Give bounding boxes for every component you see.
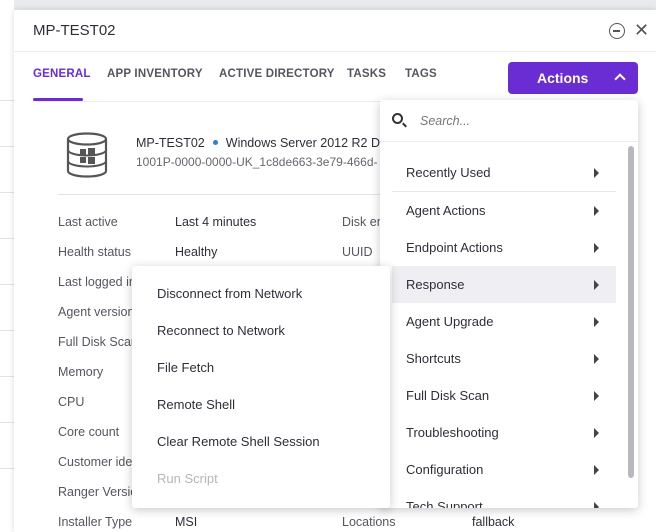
- detail-label: Health status: [58, 245, 131, 259]
- menu-item-label: Agent Actions: [406, 203, 486, 218]
- menu-item-label: Troubleshooting: [406, 425, 499, 440]
- menu-item-shortcuts[interactable]: Shortcuts: [392, 340, 616, 377]
- status-dot: [212, 140, 218, 145]
- menu-item-endpoint-actions[interactable]: Endpoint Actions: [392, 229, 616, 266]
- agent-os: Windows Server 2012 R2 Dat: [225, 136, 391, 150]
- menu-item-label: Endpoint Actions: [406, 240, 503, 255]
- close-icon[interactable]: ✕: [634, 21, 649, 39]
- submenu-item-file-fetch[interactable]: File Fetch: [157, 360, 214, 375]
- detail-label: Agent version: [58, 305, 135, 319]
- caret-right-icon: [594, 206, 599, 216]
- detail-label: Last logged in: [58, 275, 136, 289]
- detail-label: Locations: [342, 515, 396, 529]
- agent-name: MP-TEST02: [136, 136, 205, 150]
- menu-item-agent-actions[interactable]: Agent Actions: [392, 192, 616, 229]
- detail-label: Installer Type: [58, 515, 133, 529]
- menu-item-label: Full Disk Scan: [406, 388, 490, 403]
- tab-tasks[interactable]: TASKS: [347, 68, 386, 80]
- caret-right-icon: [594, 502, 599, 508]
- server-windows-icon: [66, 132, 108, 178]
- submenu-item-reconnect-to-network[interactable]: Reconnect to Network: [157, 323, 285, 338]
- detail-label: UUID: [342, 245, 373, 259]
- minimize-icon[interactable]: [609, 23, 625, 39]
- actions-button-label: Actions: [537, 70, 589, 86]
- caret-right-icon: [594, 280, 599, 290]
- agent-id: 1001P-0000-0000-UK_1c8de663-3e79-466d-: [136, 155, 378, 169]
- caret-right-icon: [594, 428, 599, 438]
- caret-right-icon: [594, 354, 599, 364]
- tab-general[interactable]: GENERAL: [33, 68, 91, 80]
- detail-label: Full Disk Scan: [58, 335, 138, 349]
- menu-item-agent-upgrade[interactable]: Agent Upgrade: [392, 303, 616, 340]
- menu-item-label: Recently Used: [406, 165, 491, 180]
- actions-dropdown: Recently Used Agent Actions Endpoint Act…: [380, 100, 638, 508]
- response-submenu: Disconnect from Network Reconnect to Net…: [132, 266, 390, 508]
- detail-value: MSI: [175, 515, 198, 529]
- detail-label: Core count: [58, 425, 120, 439]
- actions-button[interactable]: Actions: [508, 62, 638, 94]
- caret-right-icon: [594, 465, 599, 475]
- menu-item-label: Configuration: [406, 462, 484, 477]
- caret-right-icon: [594, 317, 599, 327]
- caret-right-icon: [594, 168, 599, 178]
- menu-item-label: Shortcuts: [406, 351, 461, 366]
- caret-right-icon: [594, 391, 599, 401]
- menu-item-configuration[interactable]: Configuration: [392, 451, 616, 488]
- menu-item-label: Tech Support: [406, 499, 483, 508]
- panel-header: MP-TEST02 ✕: [14, 10, 656, 52]
- tab-app-inventory[interactable]: APP INVENTORY: [107, 68, 203, 80]
- panel-title: MP-TEST02: [33, 22, 116, 39]
- submenu-item-run-script: Run Script: [157, 471, 218, 486]
- detail-value: fallback: [472, 515, 515, 529]
- search-row: [380, 100, 638, 142]
- menu-item-label: Response: [406, 277, 465, 292]
- menu-item-tech-support[interactable]: Tech Support: [392, 488, 616, 508]
- menu-item-label: Agent Upgrade: [406, 314, 494, 329]
- detail-label: Disk en: [342, 215, 384, 229]
- detail-label: Last active: [58, 215, 118, 229]
- menu-item-recently-used[interactable]: Recently Used: [392, 154, 616, 191]
- detail-value: Healthy: [175, 245, 218, 259]
- submenu-item-disconnect-from-network[interactable]: Disconnect from Network: [157, 286, 302, 301]
- chevron-up-icon: [614, 73, 626, 85]
- detail-label: Ranger Versio: [58, 485, 138, 499]
- agent-name-line: MP-TEST02 Windows Server 2012 R2 Dat: [136, 136, 390, 150]
- search-icon: [392, 113, 403, 124]
- menu-item-full-disk-scan[interactable]: Full Disk Scan: [392, 377, 616, 414]
- submenu-item-clear-remote-shell-session[interactable]: Clear Remote Shell Session: [157, 434, 320, 449]
- detail-label: CPU: [58, 395, 85, 409]
- menu-item-response[interactable]: Response: [392, 266, 616, 303]
- search-input[interactable]: [420, 112, 610, 130]
- detail-label: Customer ide: [58, 455, 133, 469]
- detail-label: Memory: [58, 365, 104, 379]
- background-page-strip: [0, 0, 14, 532]
- caret-right-icon: [594, 243, 599, 253]
- submenu-item-remote-shell[interactable]: Remote Shell: [157, 397, 235, 412]
- tab-active-directory[interactable]: ACTIVE DIRECTORY: [219, 68, 335, 80]
- detail-value: Last 4 minutes: [175, 215, 257, 229]
- tab-tags[interactable]: TAGS: [405, 68, 437, 80]
- dropdown-scrollbar[interactable]: [628, 146, 634, 478]
- menu-item-troubleshooting[interactable]: Troubleshooting: [392, 414, 616, 451]
